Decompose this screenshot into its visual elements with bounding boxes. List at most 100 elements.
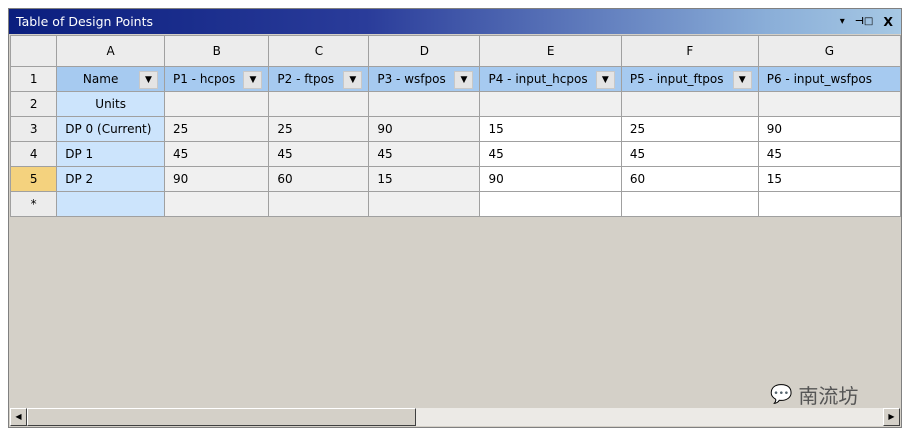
table-cell[interactable]: Units bbox=[56, 91, 165, 117]
table-cell[interactable] bbox=[620, 91, 759, 117]
watermark-text: 南流坊 bbox=[798, 384, 859, 408]
filter-dropdown-button[interactable]: ▼ bbox=[343, 71, 363, 89]
table-cell[interactable] bbox=[163, 91, 270, 117]
cell-text: 60 bbox=[277, 172, 293, 186]
row-header[interactable]: 3 bbox=[9, 116, 58, 142]
table-cell[interactable]: 45 bbox=[479, 141, 622, 167]
cell-text: 25 bbox=[173, 122, 189, 136]
row-header[interactable]: 5 bbox=[9, 166, 58, 192]
row-header[interactable]: 1 bbox=[9, 66, 58, 92]
cell-text: Name bbox=[82, 72, 119, 86]
table-cell[interactable]: 90 bbox=[368, 116, 481, 142]
column-header-B[interactable]: B bbox=[163, 35, 270, 67]
table-cell[interactable]: DP 1 bbox=[56, 141, 165, 167]
scrollbar-thumb[interactable] bbox=[27, 408, 416, 426]
design-points-window: Table of Design Points ▾ ⊣□ X A B C D E F G 1 Na… bbox=[8, 8, 902, 428]
cell-text: P3 - wsfpos bbox=[377, 72, 446, 86]
table-row: * bbox=[9, 191, 902, 217]
cell-text: 15 bbox=[377, 172, 393, 186]
parameter-header-cell[interactable]: P1 - hcpos ▼ bbox=[163, 66, 270, 92]
cell-text: P4 - input_hcpos bbox=[488, 72, 588, 86]
scroll-right-button[interactable]: ▶ bbox=[883, 408, 900, 426]
table-cell[interactable]: 60 bbox=[620, 166, 759, 192]
column-header-G[interactable]: G bbox=[757, 35, 902, 67]
cell-text: 15 bbox=[766, 172, 783, 186]
table-cell[interactable]: 45 bbox=[163, 141, 270, 167]
table-cell[interactable]: 15 bbox=[479, 116, 622, 142]
table-cell[interactable]: DP 2 bbox=[56, 166, 165, 192]
cell-text: P2 - ftpos bbox=[277, 72, 335, 86]
cell-text: 45 bbox=[173, 147, 189, 161]
wechat-icon: 💬 bbox=[770, 384, 793, 405]
table-cell[interactable]: 45 bbox=[757, 141, 902, 167]
cell-text: 60 bbox=[629, 172, 646, 186]
parameter-header-cell[interactable]: P2 - ftpos ▼ bbox=[268, 66, 370, 92]
cell-text: DP 2 bbox=[65, 172, 94, 186]
close-icon[interactable]: X bbox=[883, 9, 893, 34]
table-cell[interactable] bbox=[368, 91, 481, 117]
column-header-D[interactable]: D bbox=[368, 35, 481, 67]
table-cell[interactable] bbox=[757, 91, 902, 117]
table-cell[interactable]: 15 bbox=[757, 166, 902, 192]
cell-text: Units bbox=[95, 97, 126, 111]
parameter-header-cell[interactable]: P5 - input_ftpos ▼ bbox=[620, 66, 759, 92]
table-cell[interactable]: 60 bbox=[268, 166, 370, 192]
filter-dropdown-button[interactable]: ▼ bbox=[454, 71, 474, 89]
row-header[interactable]: 2 bbox=[9, 91, 58, 117]
window-title: Table of Design Points bbox=[16, 14, 153, 29]
menu-dropdown-icon[interactable]: ▾ bbox=[840, 9, 845, 34]
cell-text: 45 bbox=[766, 147, 783, 161]
row-header[interactable]: 4 bbox=[9, 141, 58, 167]
parameter-header-cell[interactable]: P3 - wsfpos ▼ bbox=[368, 66, 481, 92]
column-header-row: ABCDEFG bbox=[9, 35, 902, 67]
column-header-A[interactable]: A bbox=[56, 35, 165, 67]
scroll-left-button[interactable]: ◀ bbox=[10, 408, 27, 426]
cell-text: P5 - input_ftpos bbox=[629, 72, 724, 86]
table-cell[interactable]: 45 bbox=[620, 141, 759, 167]
cell-text: 25 bbox=[277, 122, 293, 136]
table-cell[interactable] bbox=[163, 191, 270, 217]
column-header-F[interactable]: F bbox=[620, 35, 759, 67]
watermark: 💬 南流坊 bbox=[770, 380, 858, 409]
parameter-header-cell[interactable]: P6 - input_wsfpos bbox=[757, 66, 902, 92]
filter-dropdown-button[interactable]: ▼ bbox=[243, 71, 263, 89]
table-cell[interactable]: 25 bbox=[620, 116, 759, 142]
table-cell[interactable] bbox=[268, 191, 370, 217]
table-cell[interactable]: 25 bbox=[268, 116, 370, 142]
row-header[interactable]: * bbox=[9, 191, 58, 217]
cell-text: P1 - hcpos bbox=[173, 72, 236, 86]
column-header-E[interactable]: E bbox=[479, 35, 622, 67]
filter-dropdown-button[interactable]: ▼ bbox=[595, 71, 615, 89]
table-cell[interactable]: 45 bbox=[368, 141, 481, 167]
column-header-C[interactable]: C bbox=[268, 35, 370, 67]
cell-text: 90 bbox=[377, 122, 393, 136]
table-cell[interactable]: 90 bbox=[479, 166, 622, 192]
table-row: 4 DP 1 45 45 45 45 45 45 bbox=[9, 141, 902, 167]
table-cell[interactable] bbox=[479, 191, 622, 217]
cell-text: 45 bbox=[488, 147, 504, 161]
table-row: 5 DP 2 90 60 15 90 60 15 bbox=[9, 166, 902, 192]
filter-dropdown-button[interactable]: ▼ bbox=[139, 71, 158, 89]
table-cell[interactable]: 15 bbox=[368, 166, 481, 192]
table-cell[interactable] bbox=[479, 91, 622, 117]
filter-dropdown-button[interactable]: ▼ bbox=[732, 71, 752, 89]
cell-text: DP 0 (Current) bbox=[65, 122, 152, 136]
table-cell[interactable] bbox=[620, 191, 759, 217]
parameter-header-cell[interactable]: P4 - input_hcpos ▼ bbox=[479, 66, 622, 92]
table-cell[interactable]: 90 bbox=[757, 116, 902, 142]
table-cell[interactable]: DP 0 (Current) bbox=[56, 116, 165, 142]
cell-text: 90 bbox=[488, 172, 504, 186]
table-cell[interactable]: 25 bbox=[163, 116, 270, 142]
table-cell[interactable]: 45 bbox=[268, 141, 370, 167]
cell-text: DP 1 bbox=[65, 147, 94, 161]
table-cell[interactable] bbox=[368, 191, 481, 217]
horizontal-scrollbar[interactable]: ◀ ▶ bbox=[10, 408, 900, 426]
corner-cell[interactable] bbox=[9, 35, 58, 67]
table-cell[interactable]: 90 bbox=[163, 166, 270, 192]
parameter-header-cell[interactable]: Name ▼ bbox=[56, 66, 165, 92]
table-cell[interactable] bbox=[268, 91, 370, 117]
design-points-table: A B C D E F G 1 Name ▼ P1 - hcpos ▼ P2 - ftpos ▼ P3 - … bbox=[9, 35, 902, 217]
pin-icon[interactable]: ⊣□ bbox=[855, 9, 874, 34]
table-cell[interactable] bbox=[757, 191, 902, 217]
table-cell[interactable] bbox=[56, 191, 165, 217]
